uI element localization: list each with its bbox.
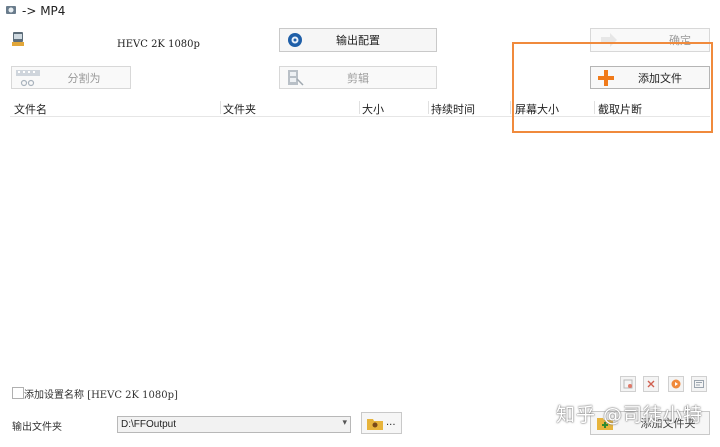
highlight-box (512, 42, 713, 133)
preset-label: HEVC 2K 1080p (117, 39, 200, 50)
column-size[interactable]: 大小 (362, 101, 384, 116)
output-config-label: 输出配置 (336, 34, 380, 47)
column-duration[interactable]: 持续时间 (431, 101, 475, 116)
settings-gear-icon (288, 33, 302, 47)
media-info-button[interactable] (691, 376, 707, 392)
format-icon (12, 32, 24, 46)
clip-film-icon (288, 69, 304, 86)
file-list-body[interactable] (10, 117, 710, 372)
add-setting-name-checkbox[interactable] (12, 387, 24, 399)
app-icon (6, 6, 16, 14)
output-folder-select[interactable]: D:\FFOutput ▾ (117, 416, 351, 433)
play-icon (671, 379, 681, 389)
clip-label: 剪辑 (347, 71, 369, 85)
add-setting-name-label: 添加设置名称 [HEVC 2K 1080p] (24, 390, 178, 401)
clear-icon (647, 380, 655, 388)
folder-icon (367, 419, 383, 430)
remove-item-button[interactable] (620, 376, 636, 392)
column-divider (359, 101, 360, 114)
output-folder-label: 输出文件夹 (12, 422, 62, 433)
output-folder-value: D:\FFOutput (121, 419, 177, 430)
split-button[interactable]: 分割为 (11, 66, 131, 89)
browse-folder-button[interactable]: ... (361, 412, 402, 434)
column-divider (428, 101, 429, 114)
split-label: 分割为 (67, 71, 101, 85)
column-filename[interactable]: 文件名 (14, 101, 47, 116)
info-icon (694, 380, 704, 388)
chevron-down-icon: ▾ (342, 418, 347, 428)
column-folder[interactable]: 文件夹 (223, 101, 256, 116)
output-config-button[interactable]: 输出配置 (279, 28, 437, 52)
split-scissors-icon (16, 69, 40, 86)
clear-list-button[interactable] (643, 376, 659, 392)
watermark-text: 知乎 @司徒小特 (556, 404, 704, 426)
play-button[interactable] (668, 376, 684, 392)
clip-button[interactable]: 剪辑 (279, 66, 437, 89)
column-divider (220, 101, 221, 114)
window-title: -> MP4 (22, 4, 66, 18)
column-divider (510, 101, 511, 114)
remove-icon (623, 379, 633, 389)
title-bar: -> MP4 (0, 0, 720, 22)
browse-dots: ... (386, 417, 396, 428)
